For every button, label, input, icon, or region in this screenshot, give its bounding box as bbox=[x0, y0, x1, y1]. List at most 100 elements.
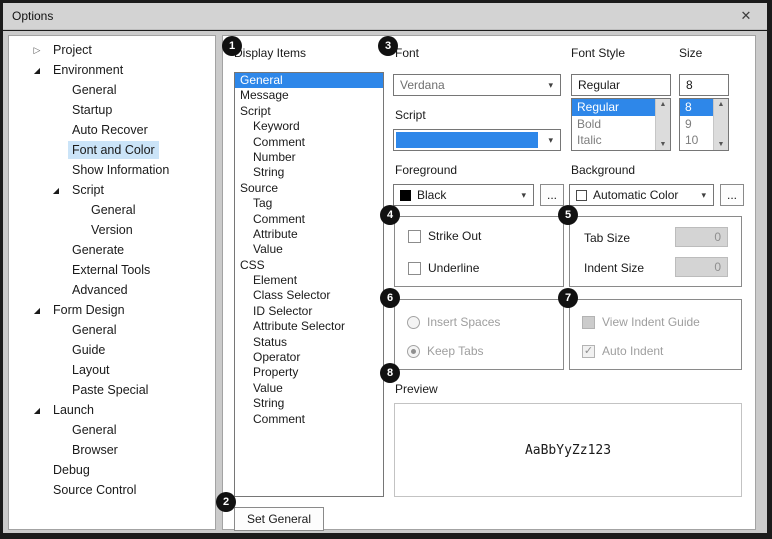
expander-expanded-icon[interactable]: ◢ bbox=[29, 306, 45, 315]
script-dropdown[interactable]: ▾ bbox=[393, 129, 561, 151]
display-item-number[interactable]: Number bbox=[235, 150, 383, 165]
font-style-input[interactable]: Regular bbox=[571, 74, 671, 96]
options-category-tree: ▷Project◢EnvironmentGeneralStartupAuto R… bbox=[8, 35, 216, 530]
font-style-option-italic[interactable]: Italic bbox=[572, 132, 655, 149]
display-item-comment[interactable]: Comment bbox=[235, 412, 383, 427]
font-style-list[interactable]: RegularBoldItalic ▲ ▼ bbox=[571, 98, 671, 151]
checkbox-box[interactable] bbox=[408, 230, 421, 243]
display-item-tag[interactable]: Tag bbox=[235, 196, 383, 211]
font-label: Font bbox=[395, 46, 419, 60]
tree-item-label: External Tools bbox=[68, 261, 154, 279]
checkbox-box[interactable] bbox=[582, 316, 595, 329]
display-item-element[interactable]: Element bbox=[235, 273, 383, 288]
tree-item-debug[interactable]: Debug bbox=[9, 460, 215, 480]
tree-item-font-and-color[interactable]: Font and Color bbox=[9, 140, 215, 160]
view-indent-guide-label: View Indent Guide bbox=[602, 315, 700, 329]
display-item-attribute-selector[interactable]: Attribute Selector bbox=[235, 319, 383, 334]
tree-item-label: Startup bbox=[68, 101, 116, 119]
tree-item-advanced[interactable]: Advanced bbox=[9, 280, 215, 300]
display-item-value[interactable]: Value bbox=[235, 242, 383, 257]
radio-circle[interactable] bbox=[407, 345, 420, 358]
font-style-scrollbar[interactable]: ▲ ▼ bbox=[655, 99, 670, 150]
tree-item-paste-special[interactable]: Paste Special bbox=[9, 380, 215, 400]
tree-item-browser[interactable]: Browser bbox=[9, 440, 215, 460]
background-dropdown[interactable]: Automatic Color ▾ bbox=[569, 184, 714, 206]
tree-item-script[interactable]: ◢Script bbox=[9, 180, 215, 200]
tree-item-label: General bbox=[68, 421, 120, 439]
display-item-comment[interactable]: Comment bbox=[235, 212, 383, 227]
display-item-comment[interactable]: Comment bbox=[235, 135, 383, 150]
tab-size-input[interactable]: 0 bbox=[675, 227, 728, 247]
display-item-attribute[interactable]: Attribute bbox=[235, 227, 383, 242]
tree-item-generate[interactable]: Generate bbox=[9, 240, 215, 260]
display-item-message[interactable]: Message bbox=[235, 88, 383, 103]
expander-expanded-icon[interactable]: ◢ bbox=[29, 406, 45, 415]
tree-item-launch[interactable]: ◢Launch bbox=[9, 400, 215, 420]
scroll-up-icon[interactable]: ▲ bbox=[718, 101, 725, 108]
display-item-keyword[interactable]: Keyword bbox=[235, 119, 383, 134]
size-option-10[interactable]: 10 bbox=[680, 132, 713, 149]
tree-item-form-design[interactable]: ◢Form Design bbox=[9, 300, 215, 320]
font-style-option-bold[interactable]: Bold bbox=[572, 116, 655, 133]
tree-item-startup[interactable]: Startup bbox=[9, 100, 215, 120]
display-item-status[interactable]: Status bbox=[235, 335, 383, 350]
font-dropdown[interactable]: Verdana ▾ bbox=[393, 74, 561, 96]
display-item-string[interactable]: String bbox=[235, 165, 383, 180]
strike-out-checkbox[interactable]: Strike Out bbox=[408, 229, 481, 243]
tree-item-source-control[interactable]: Source Control bbox=[9, 480, 215, 500]
expander-expanded-icon[interactable]: ◢ bbox=[29, 66, 45, 75]
foreground-dropdown[interactable]: Black ▾ bbox=[393, 184, 534, 206]
underline-checkbox[interactable]: Underline bbox=[408, 261, 479, 275]
scroll-down-icon[interactable]: ▼ bbox=[660, 141, 667, 148]
tree-item-show-information[interactable]: Show Information bbox=[9, 160, 215, 180]
size-scrollbar[interactable]: ▲ ▼ bbox=[713, 99, 728, 150]
display-item-source[interactable]: Source bbox=[235, 181, 383, 196]
display-item-string[interactable]: String bbox=[235, 396, 383, 411]
font-style-option-regular[interactable]: Regular bbox=[572, 99, 655, 116]
tree-item-label: Guide bbox=[68, 341, 109, 359]
scroll-down-icon[interactable]: ▼ bbox=[718, 141, 725, 148]
display-item-operator[interactable]: Operator bbox=[235, 350, 383, 365]
size-option-9[interactable]: 9 bbox=[680, 116, 713, 133]
tree-item-project[interactable]: ▷Project bbox=[9, 40, 215, 60]
tree-item-general[interactable]: General bbox=[9, 80, 215, 100]
indent-size-input[interactable]: 0 bbox=[675, 257, 728, 277]
tree-item-layout[interactable]: Layout bbox=[9, 360, 215, 380]
view-indent-guide-checkbox[interactable]: View Indent Guide bbox=[582, 315, 700, 329]
tree-item-general[interactable]: General bbox=[9, 320, 215, 340]
size-list[interactable]: 8910 ▲ ▼ bbox=[679, 98, 729, 151]
size-input[interactable]: 8 bbox=[679, 74, 729, 96]
size-value: 8 bbox=[680, 78, 693, 92]
display-item-css[interactable]: CSS bbox=[235, 258, 383, 273]
background-more-colors-button[interactable]: ... bbox=[720, 184, 744, 206]
display-item-value[interactable]: Value bbox=[235, 381, 383, 396]
radio-circle[interactable] bbox=[407, 316, 420, 329]
tree-item-general[interactable]: General bbox=[9, 200, 215, 220]
set-general-button[interactable]: Set General bbox=[234, 507, 324, 531]
keep-tabs-radio[interactable]: Keep Tabs bbox=[407, 344, 484, 358]
scroll-up-icon[interactable]: ▲ bbox=[660, 101, 667, 108]
tree-item-environment[interactable]: ◢Environment bbox=[9, 60, 215, 80]
foreground-more-colors-button[interactable]: ... bbox=[540, 184, 564, 206]
tree-item-auto-recover[interactable]: Auto Recover bbox=[9, 120, 215, 140]
tree-item-guide[interactable]: Guide bbox=[9, 340, 215, 360]
checkbox-box[interactable]: ✓ bbox=[582, 345, 595, 358]
title-bar[interactable]: Options ✕ bbox=[3, 3, 767, 30]
size-option-8[interactable]: 8 bbox=[680, 99, 713, 116]
display-items-list[interactable]: GeneralMessageScriptKeywordCommentNumber… bbox=[234, 72, 384, 497]
expander-collapsed-icon[interactable]: ▷ bbox=[29, 45, 45, 56]
display-item-class-selector[interactable]: Class Selector bbox=[235, 288, 383, 303]
expander-expanded-icon[interactable]: ◢ bbox=[48, 186, 64, 195]
checkbox-box[interactable] bbox=[408, 262, 421, 275]
auto-indent-checkbox[interactable]: ✓ Auto Indent bbox=[582, 344, 663, 358]
display-item-property[interactable]: Property bbox=[235, 365, 383, 380]
tree-item-version[interactable]: Version bbox=[9, 220, 215, 240]
tree-item-external-tools[interactable]: External Tools bbox=[9, 260, 215, 280]
close-icon[interactable]: ✕ bbox=[735, 5, 757, 27]
display-item-id-selector[interactable]: ID Selector bbox=[235, 304, 383, 319]
display-item-general[interactable]: General bbox=[235, 73, 383, 88]
insert-spaces-radio[interactable]: Insert Spaces bbox=[407, 315, 500, 329]
tree-item-general[interactable]: General bbox=[9, 420, 215, 440]
callout-badge-5: 5 bbox=[558, 205, 578, 225]
display-item-script[interactable]: Script bbox=[235, 104, 383, 119]
